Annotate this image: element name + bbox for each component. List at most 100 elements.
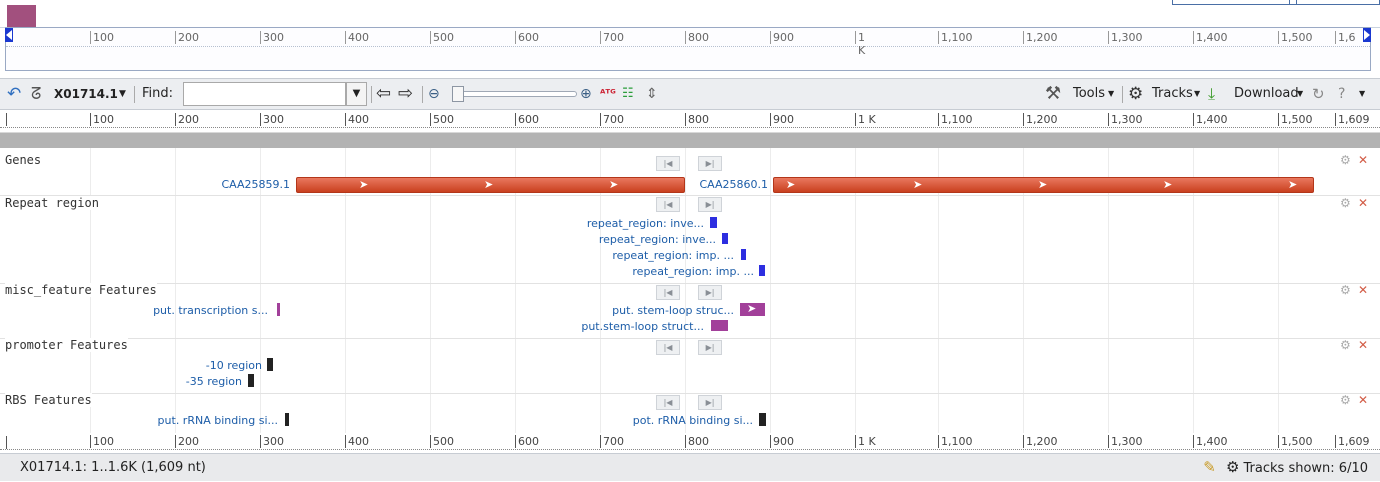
track-settings-gear-icon[interactable]: ⚙ — [1340, 153, 1351, 167]
track-settings-gear-icon[interactable]: ⚙ — [1340, 196, 1351, 210]
track-settings-gear-icon[interactable]: ⚙ — [1340, 393, 1351, 407]
track-close-icon[interactable]: ✕ — [1358, 196, 1368, 210]
misc-feature-label: put.stem-loop struct... — [581, 320, 704, 333]
ruler-start-tick — [6, 436, 9, 449]
track-prev-feature-button[interactable]: |◀ — [656, 340, 680, 355]
track-settings-gear-icon[interactable]: ⚙ — [1340, 338, 1351, 352]
ruler-tick-label: 800 — [685, 113, 709, 126]
ruler-tick-label: 1 K — [855, 113, 876, 126]
ruler-tick-label: 600 — [515, 113, 539, 126]
rbs-feature[interactable] — [759, 413, 766, 426]
rbs-feature[interactable] — [285, 413, 289, 426]
track-next-feature-button[interactable]: ▶| — [698, 395, 722, 410]
misc-feature-label: put. transcription s... — [153, 304, 268, 317]
ruler-tick-label: 1,500 — [1278, 435, 1313, 448]
zoom-out-icon[interactable]: ⊖ — [428, 79, 440, 109]
promoter-feature[interactable] — [267, 358, 273, 371]
ruler-tick-label: 1,100 — [938, 435, 973, 448]
edit-icon[interactable]: ✎ — [1203, 458, 1216, 476]
ruler-tick-label: 1,400 — [1193, 113, 1228, 126]
track-label-promoter: promoter Features — [5, 338, 128, 352]
download-chevron-down-icon[interactable]: ▼ — [1297, 79, 1303, 109]
ruler-tick-label: 1,200 — [1023, 31, 1058, 44]
ruler-tick-label: 600 — [515, 435, 539, 448]
gene-feature[interactable]: ➤ ➤ ➤ — [296, 177, 685, 193]
ruler-tick-label: 1,500 — [1278, 31, 1313, 44]
zoom-in-icon[interactable]: ⊕ — [580, 79, 592, 109]
track-label-misc-feature: misc_feature Features — [5, 283, 157, 297]
track-close-icon[interactable]: ✕ — [1358, 153, 1368, 167]
ruler-tick-label: 100 — [90, 435, 114, 448]
status-bar: X01714.1: 1..1.6K (1,609 nt) ✎ ⚙ Tracks … — [0, 453, 1380, 481]
track-next-feature-button[interactable]: ▶| — [698, 340, 722, 355]
ruler-tick-label: 600 — [515, 31, 539, 44]
rbs-label: put. rRNA binding si... — [157, 414, 278, 427]
zoom-slider-handle[interactable] — [452, 86, 464, 102]
resize-tracks-icon[interactable]: ⇕ — [646, 79, 658, 109]
refresh-icon[interactable]: ↻ — [1312, 79, 1325, 109]
highlight-icon[interactable]: ☷ — [622, 79, 634, 109]
track-prev-feature-button[interactable]: |◀ — [656, 285, 680, 300]
ruler-tick-label: 1,609 — [1335, 435, 1370, 448]
download-menu[interactable]: Download — [1234, 79, 1299, 109]
track-close-icon[interactable]: ✕ — [1358, 393, 1368, 407]
ruler-tick-label: 300 — [260, 31, 284, 44]
track-close-icon[interactable]: ✕ — [1358, 338, 1368, 352]
ruler-tick-label: 700 — [600, 435, 624, 448]
zoom-slider[interactable] — [456, 91, 577, 97]
misc-feature[interactable] — [277, 303, 280, 316]
ruler-tick-label: 800 — [685, 435, 709, 448]
track-next-feature-button[interactable]: ▶| — [698, 285, 722, 300]
tools-chevron-down-icon[interactable]: ▼ — [1108, 79, 1114, 109]
ruler-bottom: 100 200 300 400 500 600 700 800 900 1 K 1,100 1,200… — [0, 433, 1380, 453]
misc-feature[interactable] — [711, 320, 728, 331]
overview-color-swatch[interactable] — [7, 5, 36, 27]
sequence-dropdown-icon[interactable]: ▼ — [119, 79, 126, 109]
overview-scroll-left-icon[interactable] — [5, 28, 13, 42]
tools-icon[interactable]: ⚒ — [1045, 79, 1061, 109]
tracks-menu[interactable]: Tracks — [1152, 79, 1193, 109]
track-prev-feature-button[interactable]: |◀ — [656, 395, 680, 410]
overview-scroll-right-icon[interactable] — [1363, 28, 1371, 42]
track-settings-gear-icon[interactable]: ⚙ — [1340, 283, 1351, 297]
track-next-feature-button[interactable]: ▶| — [698, 156, 722, 171]
help-icon[interactable]: ? — [1338, 79, 1345, 109]
repeat-region-feature[interactable] — [741, 249, 746, 260]
tracks-gear-icon[interactable]: ⚙ — [1128, 79, 1143, 109]
undo-icon[interactable]: ↶ — [7, 79, 21, 109]
find-input[interactable] — [183, 82, 346, 106]
track-prev-feature-button[interactable]: |◀ — [656, 156, 680, 171]
ruler-tick-label: 900 — [770, 435, 794, 448]
ruler-tick-label: 1,609 — [1335, 113, 1370, 126]
repeat-region-label: repeat_region: inve... — [598, 233, 716, 246]
track-close-icon[interactable]: ✕ — [1358, 283, 1368, 297]
find-dropdown-icon[interactable]: ▼ — [346, 82, 367, 106]
tracks-chevron-down-icon[interactable]: ▼ — [1194, 79, 1200, 109]
sequence-display-icon[interactable]: ᴬᵀᴳ — [600, 79, 616, 109]
promoter-label: -35 region — [185, 375, 242, 388]
ruler-tick-label: 200 — [175, 435, 199, 448]
repeat-region-feature[interactable] — [759, 265, 765, 276]
download-icon[interactable]: ⤓ — [1208, 79, 1215, 109]
track-prev-feature-button[interactable]: |◀ — [656, 197, 680, 212]
gene-feature[interactable]: ➤ ➤ ➤ ➤ ➤ — [773, 177, 1314, 193]
repeat-region-feature[interactable] — [710, 217, 717, 228]
sequence-name[interactable]: X01714.1 — [54, 79, 118, 109]
ruler-tick-label: 900 — [770, 31, 794, 44]
ruler-tick-label: 700 — [600, 31, 624, 44]
repeat-region-feature[interactable] — [722, 233, 728, 244]
promoter-feature[interactable] — [248, 374, 254, 387]
track-next-feature-button[interactable]: ▶| — [698, 197, 722, 212]
gene-label: CAA25860.1 — [699, 178, 768, 191]
pan-right-icon[interactable]: ⇨ — [398, 79, 413, 109]
tracks-gear-icon[interactable]: ⚙ — [1226, 458, 1239, 476]
promoter-label: -10 region — [205, 359, 262, 372]
ruler-tick-label: 1,100 — [938, 113, 973, 126]
tools-menu[interactable]: Tools — [1073, 79, 1105, 109]
repeat-region-label: repeat_region: inve... — [586, 217, 704, 230]
pan-left-icon[interactable]: ⇦ — [376, 79, 391, 109]
misc-feature[interactable]: ➤ — [740, 303, 765, 316]
help-chevron-down-icon[interactable]: ▼ — [1359, 79, 1365, 109]
track-label-genes: Genes — [5, 153, 42, 167]
sequence-switch-icon[interactable]: ᘔ — [31, 79, 41, 109]
